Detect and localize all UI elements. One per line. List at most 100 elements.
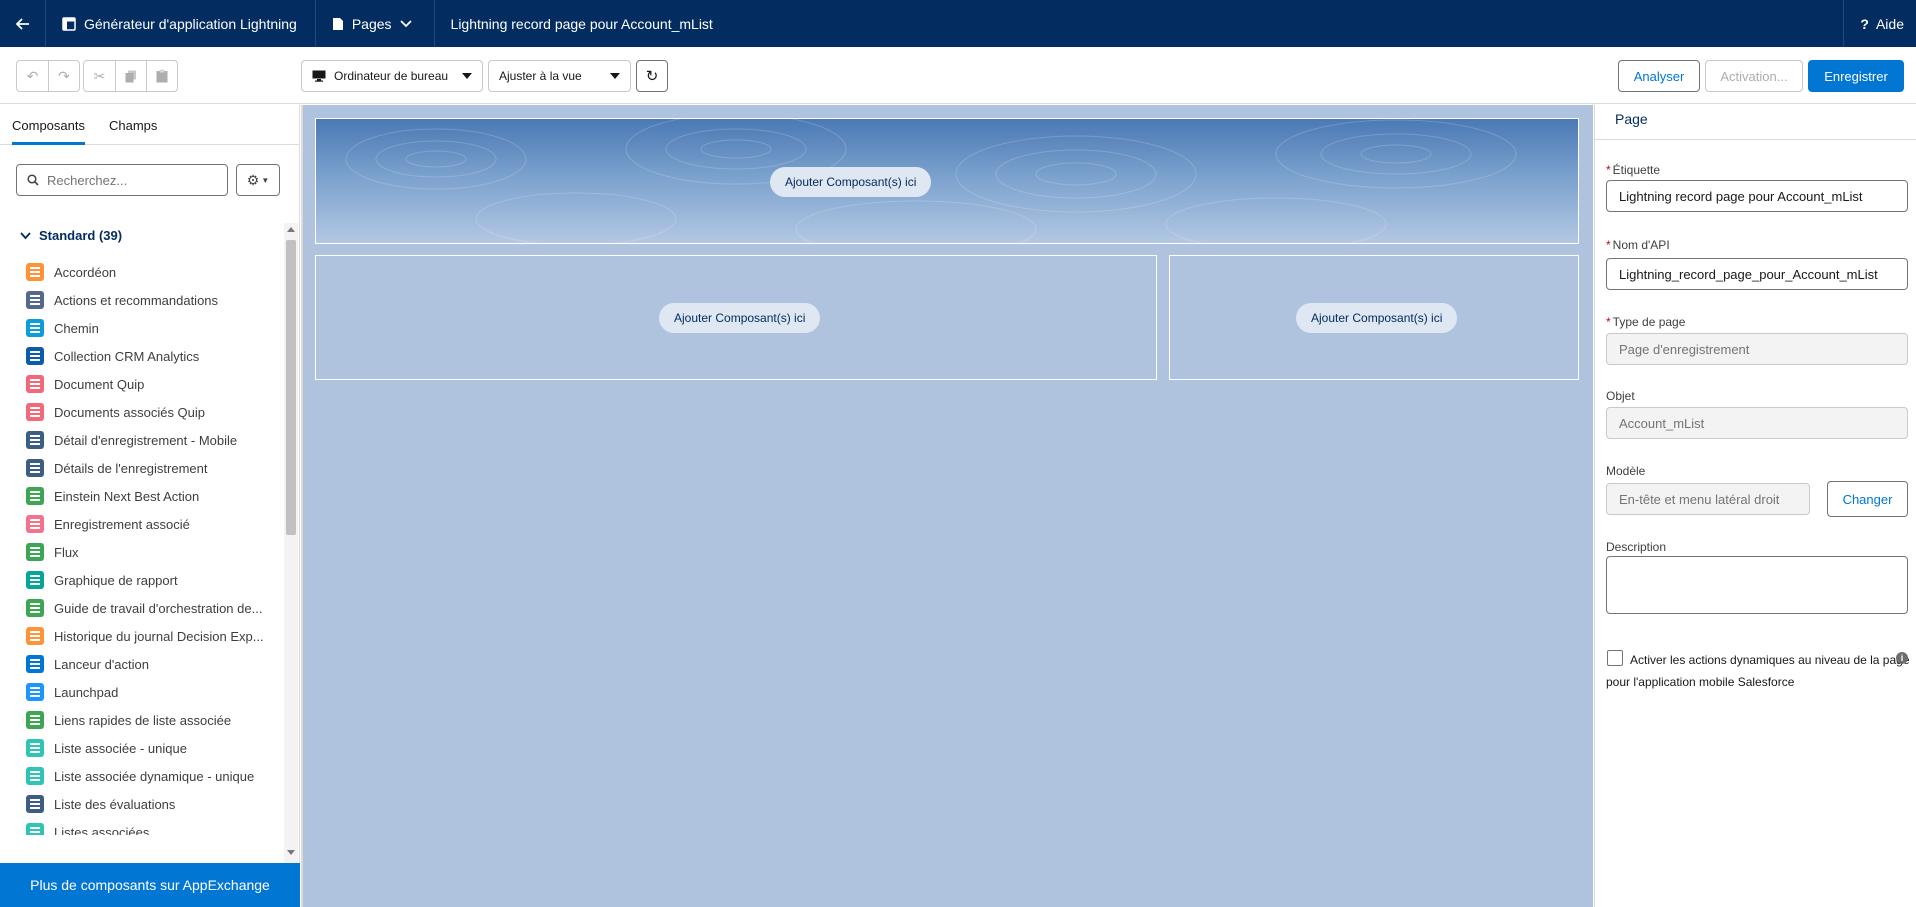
component-item[interactable]: Flux <box>0 538 282 566</box>
component-item[interactable]: Launchpad <box>0 678 282 706</box>
component-item[interactable]: Document Quip <box>0 370 282 398</box>
dynamic-actions-label: Activer les actions dynamiques au niveau… <box>1606 653 1910 689</box>
object-field: Account_mList <box>1606 407 1908 439</box>
required-marker: * <box>1606 163 1611 177</box>
component-item[interactable]: Historique du journal Decision Exp... <box>0 622 282 650</box>
component-item-label: Listes associées <box>54 824 150 836</box>
component-item-label: Lanceur d'action <box>54 656 149 672</box>
analyze-button[interactable]: Analyser <box>1618 60 1700 92</box>
component-item[interactable]: Détail d'enregistrement - Mobile <box>0 426 282 454</box>
save-button[interactable]: Enregistrer <box>1808 60 1904 92</box>
app-name: Générateur d'application Lightning <box>46 0 316 47</box>
component-item-label: Liste associée - unique <box>54 740 187 756</box>
zoom-select[interactable]: Ajuster à la vue <box>488 60 631 92</box>
sidebar-region[interactable]: Ajouter Composant(s) ici <box>1169 255 1579 380</box>
component-item[interactable]: Liste des évaluations <box>0 790 282 818</box>
page-icon <box>332 17 343 30</box>
component-item[interactable]: Einstein Next Best Action <box>0 482 282 510</box>
redo-button[interactable]: ↷ <box>48 61 79 91</box>
paste-icon <box>156 69 168 83</box>
launchpad-icon <box>26 683 44 701</box>
component-item[interactable]: Lanceur d'action <box>0 650 282 678</box>
copy-button[interactable] <box>115 61 146 91</box>
component-item[interactable]: Chemin <box>0 314 282 342</box>
component-item[interactable]: Documents associés Quip <box>0 398 282 426</box>
activate-button[interactable]: Activation... <box>1705 60 1803 92</box>
component-item-label: Enregistrement associé <box>54 516 190 532</box>
type-field-label: * Type de page <box>1606 315 1685 329</box>
header-region[interactable]: Ajouter Composant(s) ici <box>315 118 1579 244</box>
dynamic-related-list-icon <box>26 767 44 785</box>
component-item[interactable]: Guide de travail d'orchestration de... <box>0 594 282 622</box>
api-field-label-text: Nom d'API <box>1612 238 1670 252</box>
question-icon: ? <box>1860 15 1869 32</box>
properties-title: Page <box>1615 111 1648 127</box>
paste-button[interactable] <box>146 61 177 91</box>
tab-composants[interactable]: Composants <box>12 105 85 145</box>
component-item[interactable]: Actions et recommandations <box>0 286 282 314</box>
accordion-icon <box>26 263 44 281</box>
scroll-down-icon[interactable] <box>287 850 295 855</box>
quip-icon <box>26 375 44 393</box>
component-item-label: Actions et recommandations <box>54 292 219 308</box>
scrollbar-thumb[interactable] <box>286 240 296 535</box>
component-item[interactable]: Listes associées <box>0 818 282 835</box>
search-placeholder: Recherchez... <box>47 172 128 188</box>
device-select-value: Ordinateur de bureau <box>334 69 449 83</box>
scroll-up-icon[interactable] <box>287 227 295 232</box>
caret-down-icon <box>610 73 620 79</box>
appexchange-button[interactable]: Plus de composants sur AppExchange <box>0 863 300 907</box>
cut-button[interactable]: ✂ <box>84 61 115 91</box>
component-item[interactable]: Accordéon <box>0 258 282 286</box>
add-component-pill-header[interactable]: Ajouter Composant(s) ici <box>770 167 932 197</box>
component-item-label: Liens rapides de liste associée <box>54 712 232 728</box>
refresh-icon: ↻ <box>645 68 659 85</box>
search-icon <box>27 174 39 186</box>
component-item-label: Détail d'enregistrement - Mobile <box>54 432 238 448</box>
device-select[interactable]: Ordinateur de bureau <box>301 60 483 92</box>
panel-tabs: Composants Champs <box>0 105 299 145</box>
component-item[interactable]: Liens rapides de liste associée <box>0 706 282 734</box>
undo-button[interactable]: ↶ <box>17 61 48 91</box>
component-item[interactable]: Enregistrement associé <box>0 510 282 538</box>
settings-menu-button[interactable]: ⚙ ▼ <box>236 164 280 196</box>
tab-champs[interactable]: Champs <box>109 105 157 145</box>
component-item[interactable]: Collection CRM Analytics <box>0 342 282 370</box>
back-button[interactable] <box>0 0 46 47</box>
component-item[interactable]: Graphique de rapport <box>0 566 282 594</box>
history-icon <box>26 627 44 645</box>
label-input[interactable]: Lightning record page pour Account_mList <box>1606 180 1908 212</box>
top-bar: Générateur d'application Lightning Pages… <box>0 0 1916 47</box>
component-item-label: Documents associés Quip <box>54 404 206 420</box>
component-item[interactable]: Liste associée dynamique - unique <box>0 762 282 790</box>
info-icon[interactable]: i <box>1896 652 1908 664</box>
change-template-button[interactable]: Changer <box>1827 481 1908 517</box>
api-name-input[interactable]: Lightning_record_page_pour_Account_mList <box>1606 258 1908 290</box>
object-field-label: Objet <box>1606 389 1635 403</box>
refresh-button[interactable]: ↻ <box>636 60 668 92</box>
search-input[interactable]: Recherchez... <box>16 164 228 196</box>
help-label: Aide <box>1875 15 1904 32</box>
required-marker: * <box>1606 315 1611 329</box>
zoom-select-value: Ajuster à la vue <box>499 69 582 83</box>
pages-menu[interactable]: Pages <box>316 0 435 47</box>
component-item-label: Accordéon <box>54 264 117 280</box>
desktop-icon <box>312 70 326 82</box>
label-field-label-text: Étiquette <box>1612 163 1661 177</box>
topographic-pattern <box>345 119 1517 243</box>
section-standard[interactable]: Standard (39) <box>20 228 122 243</box>
main-region[interactable]: Ajouter Composant(s) ici <box>315 255 1157 380</box>
component-item-label: Collection CRM Analytics <box>54 348 200 364</box>
type-field-label-text: Type de page <box>1612 315 1686 329</box>
chevron-down-icon <box>399 19 412 27</box>
help-button[interactable]: ? Aide <box>1843 0 1916 47</box>
add-component-pill-main[interactable]: Ajouter Composant(s) ici <box>659 303 821 333</box>
description-textarea[interactable] <box>1606 556 1908 614</box>
component-item-label: Chemin <box>54 320 99 336</box>
pages-label: Pages <box>351 15 392 32</box>
add-component-pill-sidebar[interactable]: Ajouter Composant(s) ici <box>1296 303 1458 333</box>
component-item[interactable]: Détails de l'enregistrement <box>0 454 282 482</box>
action-launcher-icon <box>26 655 44 673</box>
component-item[interactable]: Liste associée - unique <box>0 734 282 762</box>
path-icon <box>26 319 44 337</box>
